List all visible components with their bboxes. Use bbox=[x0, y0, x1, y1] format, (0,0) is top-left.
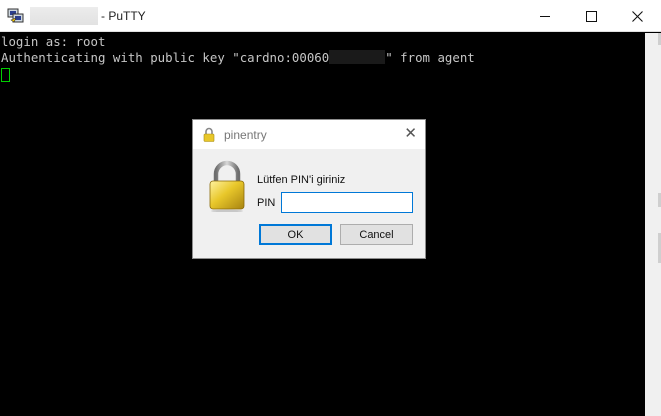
dialog-title-bar: pinentry ✕ bbox=[193, 120, 425, 149]
minimize-icon bbox=[540, 15, 550, 17]
dialog-title: pinentry bbox=[224, 128, 267, 142]
scrollbar[interactable] bbox=[645, 33, 661, 416]
redacted-hostname bbox=[30, 7, 98, 25]
terminal-line: login as: root bbox=[1, 34, 106, 49]
close-icon bbox=[631, 10, 643, 22]
terminal-cursor bbox=[1, 68, 10, 82]
terminal-text: Authenticating with public key "cardno:0… bbox=[1, 50, 330, 65]
pinentry-dialog: pinentry ✕ Lütfen PIN'i giriniz PIN OK C… bbox=[192, 119, 426, 259]
redacted-card-number bbox=[329, 50, 386, 64]
close-button[interactable] bbox=[614, 0, 660, 32]
pin-input[interactable] bbox=[281, 192, 413, 213]
padlock-icon bbox=[209, 160, 245, 212]
cancel-button[interactable]: Cancel bbox=[340, 224, 413, 245]
pin-prompt: Lütfen PIN'i giriniz bbox=[257, 174, 346, 186]
terminal-line: Authenticating with public key "cardno:0… bbox=[1, 50, 475, 65]
minimize-button[interactable] bbox=[522, 0, 568, 32]
putty-icon[interactable] bbox=[7, 8, 25, 24]
window-title: - PuTTY bbox=[101, 9, 146, 23]
ok-button[interactable]: OK bbox=[259, 224, 332, 245]
pin-label: PIN bbox=[257, 197, 276, 209]
maximize-button[interactable] bbox=[568, 0, 614, 32]
lock-icon bbox=[203, 127, 215, 142]
dialog-close-icon[interactable]: ✕ bbox=[404, 126, 417, 142]
terminal-text: " from agent bbox=[385, 50, 475, 65]
title-bar: - PuTTY bbox=[0, 0, 661, 32]
maximize-icon bbox=[585, 10, 597, 22]
